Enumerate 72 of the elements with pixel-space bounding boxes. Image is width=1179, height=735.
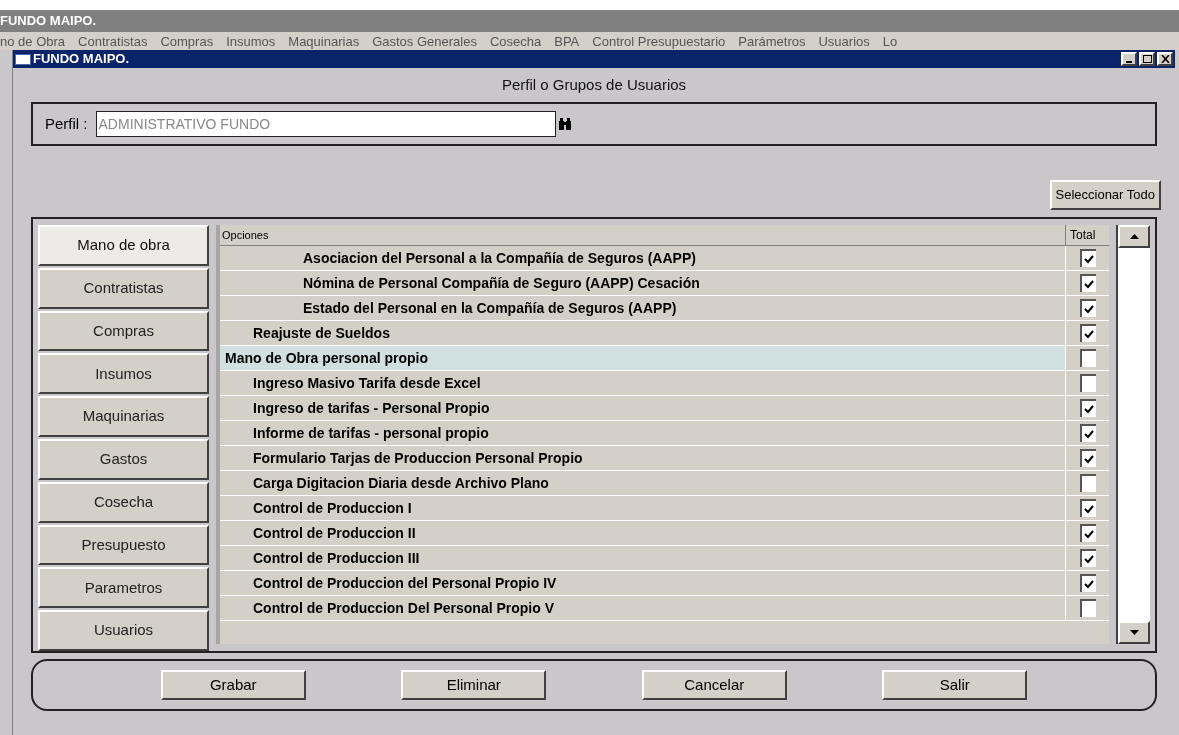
close-button[interactable] <box>1157 52 1173 66</box>
menu-item[interactable]: no de Obra <box>0 34 66 48</box>
menu-item[interactable]: BPA <box>554 34 580 48</box>
total-checkbox[interactable] <box>1079 474 1096 492</box>
total-checkbox[interactable] <box>1079 249 1096 267</box>
total-checkbox[interactable] <box>1079 524 1096 542</box>
window-title: FUNDO MAIPO. <box>33 50 131 69</box>
total-checkbox[interactable] <box>1079 324 1096 342</box>
check-icon <box>1083 404 1094 414</box>
section-tab[interactable]: Mano de obra <box>38 225 209 266</box>
action-button[interactable]: Salir <box>882 670 1028 700</box>
check-icon <box>1083 254 1094 264</box>
section-tab[interactable]: Insumos <box>38 353 209 395</box>
check-icon <box>1083 454 1094 464</box>
check-icon <box>1083 529 1094 539</box>
menu-item[interactable]: Insumos <box>226 34 276 48</box>
minimize-button[interactable] <box>1121 52 1137 66</box>
check-icon <box>1083 579 1094 589</box>
scroll-up-button[interactable] <box>1118 225 1150 248</box>
total-checkbox[interactable] <box>1079 424 1096 442</box>
section-tab[interactable]: Usuarios <box>38 610 209 651</box>
section-tab[interactable]: Parametros <box>38 567 209 609</box>
menu-item[interactable]: Lo <box>882 34 898 48</box>
up-arrow-icon <box>1129 234 1139 239</box>
action-button[interactable]: Eliminar <box>401 670 547 700</box>
scrollbar[interactable] <box>1116 225 1150 644</box>
total-checkbox[interactable] <box>1079 399 1096 417</box>
total-checkbox[interactable] <box>1079 349 1096 367</box>
check-icon <box>1083 554 1094 564</box>
close-icon <box>1160 55 1170 63</box>
option-row[interactable]: Mano de Obra personal propio <box>220 346 1066 370</box>
total-checkbox[interactable] <box>1079 549 1096 567</box>
section-tab[interactable]: Compras <box>38 310 209 352</box>
maximize-button[interactable] <box>1139 52 1155 66</box>
profile-label: Perfil : <box>45 113 88 134</box>
select-all-button[interactable]: Seleccionar Todo <box>1049 180 1161 210</box>
action-button[interactable]: Grabar <box>160 670 306 700</box>
menu-item[interactable]: Maquinarias <box>288 34 360 48</box>
check-icon <box>1083 279 1094 289</box>
total-checkbox[interactable] <box>1079 574 1096 592</box>
check-icon <box>1083 304 1094 314</box>
check-icon <box>1083 429 1094 439</box>
section-tab[interactable]: Contratistas <box>38 267 209 309</box>
scroll-down-button[interactable] <box>1118 621 1150 644</box>
total-checkbox[interactable] <box>1079 449 1096 467</box>
menu-item[interactable]: Cosecha <box>489 34 542 48</box>
maximize-icon <box>1142 55 1152 63</box>
binoculars-icon[interactable] <box>557 117 572 131</box>
menu-item[interactable]: Control Presupuestario <box>592 34 726 48</box>
total-checkbox[interactable] <box>1079 499 1096 517</box>
menu-item[interactable]: Gastos Generales <box>372 34 477 48</box>
menu-item[interactable]: Contratistas <box>78 34 148 48</box>
total-checkbox[interactable] <box>1079 299 1096 317</box>
check-icon <box>1083 329 1094 339</box>
app-title: FUNDO MAIPO. <box>0 12 97 31</box>
check-icon <box>1083 504 1094 514</box>
menu-item[interactable]: Compras <box>160 34 214 48</box>
section-tab[interactable]: Gastos <box>38 439 209 480</box>
total-checkbox[interactable] <box>1079 374 1096 392</box>
window-icon <box>15 53 31 65</box>
section-tab[interactable]: Maquinarias <box>38 396 209 437</box>
menu-item[interactable]: Parámetros <box>738 34 806 48</box>
profile-field[interactable]: ADMINISTRATIVO FUNDO <box>95 111 556 137</box>
menu-item[interactable]: Usuarios <box>818 34 870 48</box>
total-checkbox[interactable] <box>1079 274 1096 292</box>
column-header: Opciones <box>220 225 1066 245</box>
form-heading: Perfil o Grupos de Usuarios <box>501 74 687 95</box>
total-checkbox[interactable] <box>1079 599 1096 617</box>
section-tab[interactable]: Presupuesto <box>38 524 209 566</box>
section-tab[interactable]: Cosecha <box>38 481 209 523</box>
action-button[interactable]: Cancelar <box>641 670 787 700</box>
down-arrow-icon <box>1129 630 1139 635</box>
